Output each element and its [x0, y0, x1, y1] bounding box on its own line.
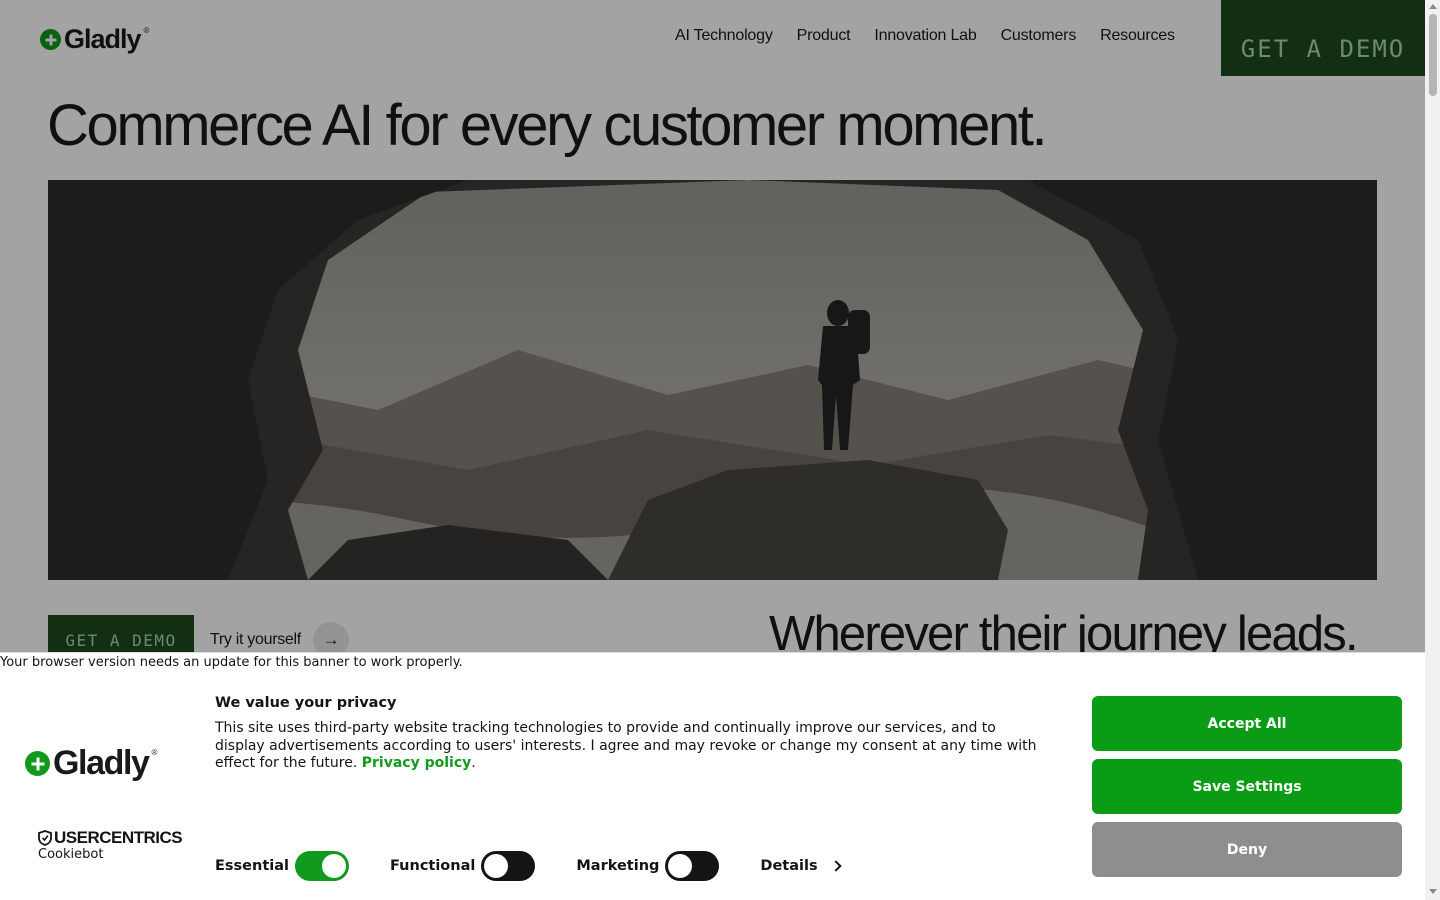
usercentrics-text: USERCENTRICS — [54, 828, 183, 847]
functional-switch[interactable] — [481, 851, 536, 881]
consent-toggles: Essential Functional Marketing Details — [215, 851, 842, 881]
toggle-functional: Functional — [389, 851, 536, 881]
scroll-up-icon[interactable] — [1429, 4, 1437, 9]
privacy-policy-link[interactable]: Privacy policy — [362, 755, 472, 771]
details-link[interactable]: Details — [760, 858, 842, 874]
shield-icon — [38, 830, 52, 846]
switch-knob — [321, 854, 346, 878]
accept-all-button[interactable]: Accept All — [1092, 696, 1402, 751]
deny-button[interactable]: Deny — [1092, 822, 1402, 877]
usercentrics-cookiebot-logo: USERCENTRICS Cookiebot — [38, 828, 183, 862]
toggle-marketing-label: Marketing — [576, 858, 660, 874]
toggle-essential-label: Essential — [215, 858, 289, 874]
toggle-functional-label: Functional — [389, 858, 476, 874]
browser-update-notice: Your browser version needs an update for… — [0, 655, 463, 670]
details-label: Details — [760, 858, 818, 874]
cookie-consent-banner: Your browser version needs an update for… — [0, 652, 1425, 900]
chevron-right-icon — [829, 860, 842, 872]
registered-mark: ® — [151, 748, 158, 757]
privacy-body: This site uses third-party website track… — [215, 720, 1037, 771]
banner-logo-text: Gladly — [53, 744, 150, 782]
marketing-switch[interactable] — [665, 851, 720, 881]
privacy-title: We value your privacy — [215, 695, 397, 711]
toggle-essential: Essential — [215, 851, 349, 881]
period: . — [471, 755, 476, 771]
privacy-description: This site uses third-party website track… — [215, 720, 1050, 773]
plus-icon — [25, 751, 50, 776]
save-settings-button[interactable]: Save Settings — [1092, 759, 1402, 814]
scroll-down-icon[interactable] — [1429, 889, 1437, 894]
switch-knob — [668, 854, 693, 878]
scrollbar-thumb[interactable] — [1429, 14, 1437, 96]
switch-knob — [484, 854, 509, 878]
toggle-marketing: Marketing — [576, 851, 720, 881]
cookiebot-text: Cookiebot — [38, 847, 104, 862]
essential-switch[interactable] — [294, 851, 349, 881]
page-scrollbar[interactable] — [1425, 0, 1440, 900]
banner-gladly-logo: Gladly ® — [25, 744, 157, 783]
